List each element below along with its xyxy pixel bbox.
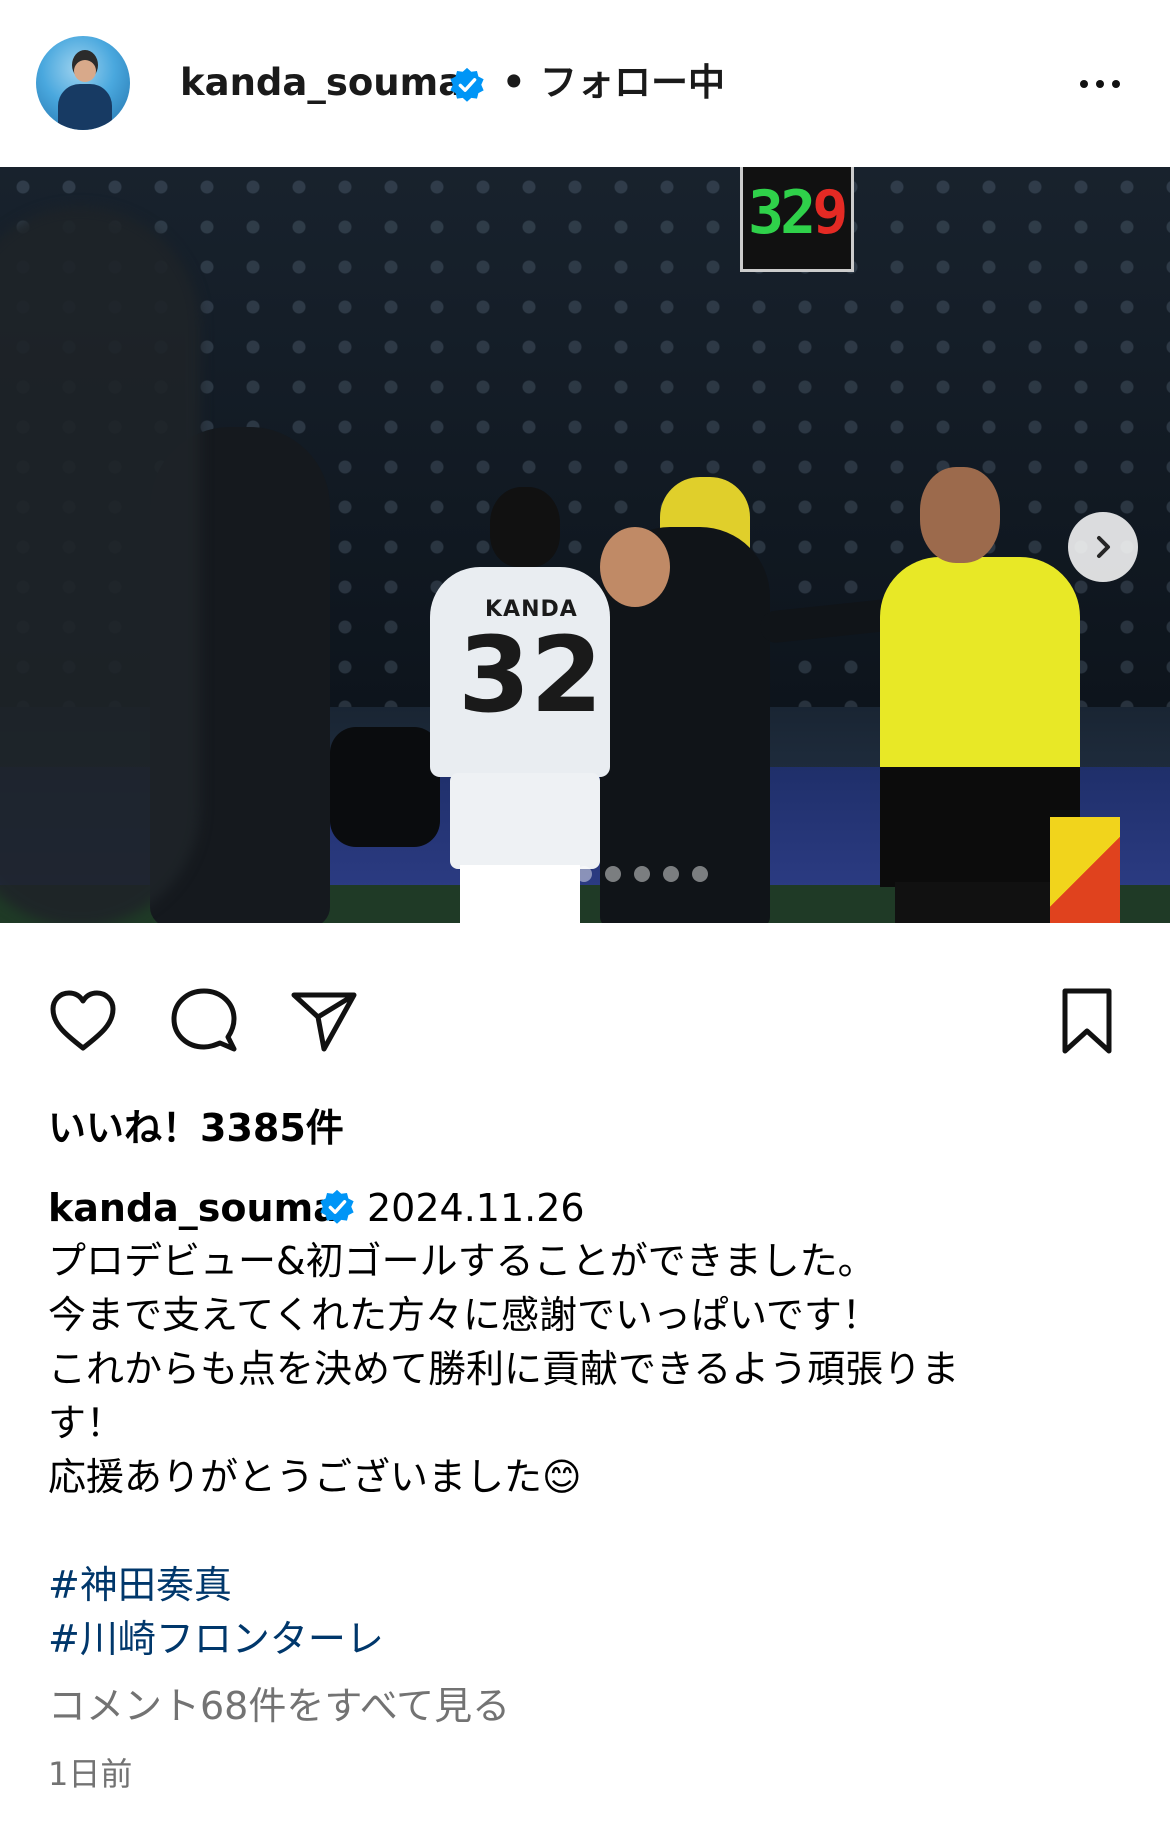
post-time: 1日前: [48, 1755, 133, 1793]
caption-username[interactable]: kanda_souma: [48, 1182, 339, 1234]
follow-status-button[interactable]: フォロー中: [540, 58, 725, 108]
next-arrow-icon: [1097, 536, 1110, 558]
post-header: kanda_souma • フォロー中: [0, 0, 1170, 167]
hashtag-link[interactable]: #川崎フロンターレ: [48, 1612, 384, 1666]
comment-icon: [171, 988, 237, 1052]
likes-count[interactable]: いいね！3385件: [48, 1100, 344, 1156]
jersey-number: 32: [458, 614, 603, 736]
more-icon[interactable]: [1070, 66, 1130, 102]
carousel-dot: [634, 866, 650, 882]
carousel-dot: [663, 866, 679, 882]
comment-button[interactable]: [165, 982, 243, 1060]
sub-board-out-number: 9: [812, 178, 848, 248]
post-image[interactable]: 329 KANDA 32: [0, 167, 1170, 923]
carousel-dot: [692, 866, 708, 882]
view-comments-link[interactable]: コメント68件をすべて見る: [48, 1678, 510, 1734]
verified-badge-icon: [320, 1189, 354, 1224]
caption-line: プロデビュー&初ゴールすることができました。: [48, 1239, 876, 1283]
verified-badge-icon: [450, 67, 484, 102]
bookmark-button[interactable]: [1048, 982, 1126, 1060]
caption-line: これからも点を決めて勝利に貢献できるよう頑張りま: [48, 1347, 960, 1391]
share-button[interactable]: [285, 982, 363, 1060]
player-figure: KANDA 32: [430, 487, 610, 923]
carousel-dot: [489, 866, 505, 882]
separator-dot: •: [502, 61, 526, 104]
carousel-dot: [576, 866, 592, 882]
caption-line: 応援ありがとうございました😊: [48, 1455, 582, 1499]
carousel-dot: [605, 866, 621, 882]
heart-icon: [50, 990, 116, 1051]
post-date: 2024.11.26: [367, 1186, 585, 1230]
like-button[interactable]: [44, 982, 122, 1060]
username[interactable]: kanda_souma: [180, 58, 463, 108]
hashtag-link[interactable]: #神田奏真: [48, 1558, 232, 1612]
carousel-dot: [547, 866, 563, 882]
share-icon: [291, 992, 357, 1052]
carousel-dot: [460, 866, 476, 882]
sub-board-in-number: 32: [748, 178, 816, 248]
caption-line: [48, 1504, 1088, 1558]
avatar[interactable]: [36, 36, 130, 130]
carousel-indicator: [460, 866, 708, 882]
caption-line: す！: [48, 1401, 125, 1445]
caption-line: 今まで支えてくれた方々に感謝でいっぱいです！: [48, 1293, 880, 1337]
bookmark-icon: [1062, 988, 1112, 1054]
carousel-dot: [518, 866, 534, 882]
carousel-next-button[interactable]: [1068, 512, 1138, 582]
caption-text: プロデビュー&初ゴールすることができました。 今まで支えてくれた方々に感謝でいっ…: [48, 1234, 1088, 1558]
